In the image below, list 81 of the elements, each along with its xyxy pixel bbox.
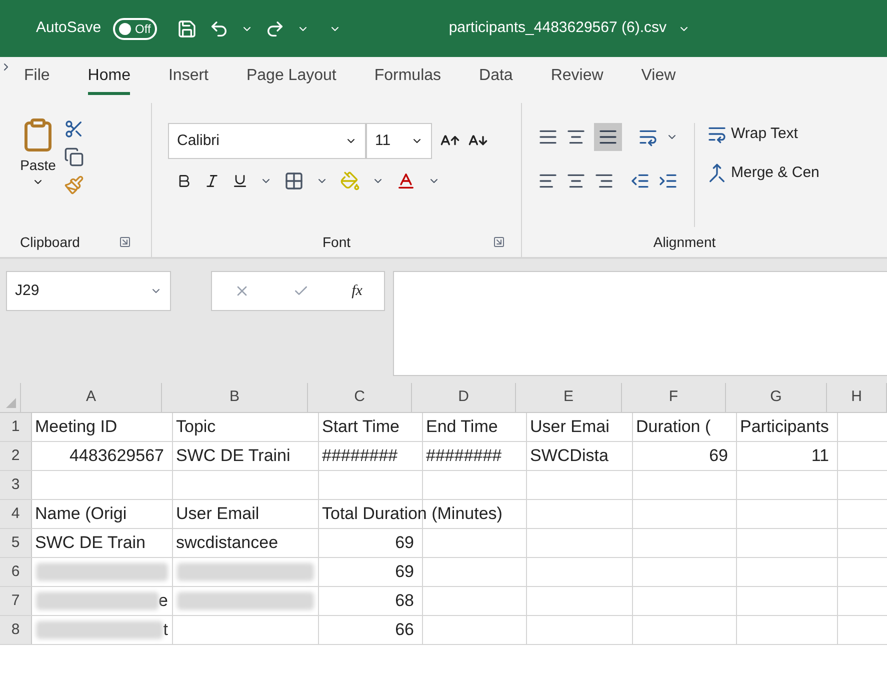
name-box-value: J29 [15,280,40,301]
cell-text: SWC DE Traini [176,445,290,468]
row-header[interactable]: 8 [0,616,32,644]
wrap-text-button[interactable]: Wrap Text [707,123,820,146]
cell-text: Name (Origi [35,503,127,526]
cell-text: 69 [395,532,414,554]
autosave-toggle[interactable]: Off [113,18,157,40]
cell-text: User Email [176,503,260,526]
cell-text: Start Time [322,416,400,438]
column-header[interactable]: B [162,383,308,412]
font-name-field[interactable]: Calibri [168,123,366,159]
cell-text: 69 [395,561,414,584]
cell-text: End Time [426,416,498,438]
undo-icon[interactable] [208,18,229,38]
redo-icon[interactable] [264,18,285,38]
name-box[interactable]: J29 [6,271,171,311]
formula-field[interactable] [393,271,887,376]
underline-icon[interactable] [232,173,248,189]
italic-icon[interactable] [204,173,220,189]
cell-text: Participants [740,416,829,438]
column-header[interactable]: D [412,383,516,412]
dialog-launcher-icon[interactable] [119,236,131,248]
cell-text: ######## [322,445,398,468]
dialog-launcher-icon[interactable] [492,236,505,248]
copy-icon[interactable] [64,147,84,167]
file-name: participants_4483629567 (6).csv [448,18,666,38]
cell-text: SWCDista [530,445,608,468]
autosave-label: AutoSave [36,18,102,38]
column-header[interactable]: E [516,383,622,412]
column-header[interactable]: A [21,383,162,412]
ribbon-tab[interactable]: Review [550,64,604,95]
row-header[interactable]: 1 [0,413,32,441]
borders-icon[interactable] [284,171,304,191]
group-label: Alignment [653,232,716,252]
cell-text: e [158,590,168,612]
row-header[interactable]: 7 [0,587,32,615]
font-color-icon[interactable] [396,171,416,191]
ribbon-tab[interactable]: Formulas [374,64,442,95]
ribbon-tab[interactable]: Page Layout [246,64,336,95]
column-header[interactable]: G [726,383,827,412]
ribbon-tab[interactable]: Insert [168,64,208,95]
align-bottom-icon[interactable] [594,123,622,151]
group-label: Clipboard [20,232,80,252]
cell-text: 66 [395,619,414,642]
cell-text: 11 [811,445,829,468]
merge-icon [707,162,727,183]
column-header[interactable]: C [308,383,412,412]
column-header[interactable]: H [827,383,887,412]
fill-color-icon[interactable] [340,171,360,191]
group-label: Font [322,232,350,252]
save-icon[interactable] [176,18,197,38]
cell-text: 69 [709,445,728,468]
cell-text: swcdistancee [176,532,278,554]
font-size-field[interactable]: 11 [366,123,432,159]
row-header[interactable]: 5 [0,529,32,557]
font-name-value: Calibri [177,130,220,151]
row-header[interactable]: 6 [0,558,32,586]
ribbon-tab[interactable]: View [641,64,676,95]
ribbon-tab[interactable]: Home [88,64,130,95]
merge-button[interactable]: Merge & Cen [707,162,820,184]
cell-text: User Emai [530,416,610,438]
paste-button[interactable]: Paste [20,115,56,227]
row-header[interactable]: 4 [0,500,32,528]
row-header[interactable]: 3 [0,471,32,499]
insert-function-button[interactable]: fx [352,280,362,302]
row-header[interactable]: 2 [0,442,32,470]
column-header[interactable]: F [622,383,726,412]
cell-text: t [163,619,168,642]
cell-text: SWC DE Train [35,532,146,554]
cell-text: 4483629567 [69,445,164,468]
cell-text: Duration ( [636,416,711,438]
ribbon-tab[interactable]: Data [479,64,513,95]
ribbon-tab[interactable]: File [24,64,50,95]
cell-text: Meeting ID [35,416,118,438]
cell-text: 68 [395,590,414,612]
cell-text: ######## [426,445,502,468]
cut-icon[interactable] [64,119,84,139]
format-painter-icon[interactable] [64,175,84,195]
cell-text: Topic [176,416,216,438]
font-size-value: 11 [375,130,391,151]
cell-text: Total Duration (Minutes) [322,503,502,526]
